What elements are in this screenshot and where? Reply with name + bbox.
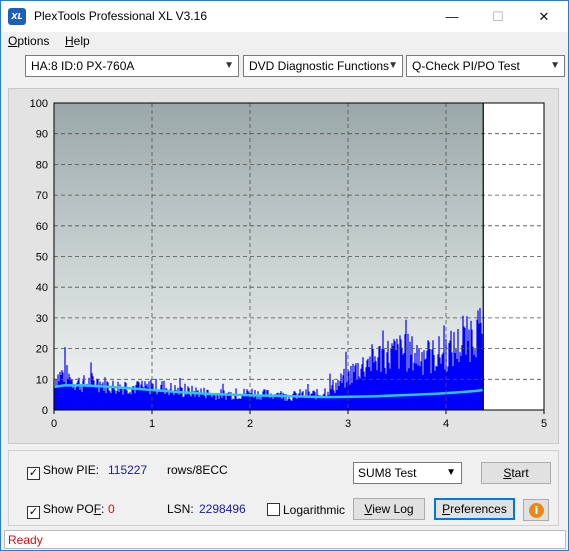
- show-pof-label-pre: Show PO: [43, 502, 94, 516]
- drive-select[interactable]: HA:8 ID:0 PX-760A ▼: [25, 55, 239, 77]
- lsn-value: 2298496: [199, 502, 246, 516]
- chevron-down-icon: ▼: [446, 467, 456, 478]
- logarithmic-label: Logarithmic: [283, 503, 346, 517]
- show-pie-label: Show PIE:: [43, 463, 100, 477]
- menu-help-label: elp: [73, 34, 90, 48]
- sum-test-value: SUM8 Test: [358, 466, 417, 480]
- view-log-label-post: iew Log: [372, 502, 414, 516]
- y-tick-label: 10: [36, 374, 48, 386]
- pof-value: 0: [108, 502, 115, 516]
- pi-po-chart: 0 1 2 3 4 50102030405060708090100: [30, 98, 547, 430]
- x-tick-label: 0: [51, 418, 57, 430]
- y-tick-label: 70: [36, 190, 48, 202]
- y-tick-label: 30: [36, 313, 48, 325]
- menu-help-accel: H: [65, 34, 74, 48]
- test-select[interactable]: Q-Check PI/PO Test ▼: [406, 55, 565, 77]
- show-pof-label-accel: F: [93, 502, 102, 516]
- view-log-button[interactable]: View Log: [353, 498, 425, 520]
- menu-options-accel: O: [8, 34, 18, 48]
- chevron-down-icon: ▼: [388, 60, 398, 71]
- close-button[interactable]: ✕: [521, 1, 567, 32]
- show-pof-label-post: :: [101, 502, 105, 516]
- start-button[interactable]: Start: [481, 462, 551, 484]
- logarithmic-checkbox[interactable]: Logarithmic: [267, 503, 345, 517]
- preferences-label-post: references: [450, 502, 507, 516]
- x-tick-label: 4: [443, 418, 449, 430]
- x-tick-label: 2: [247, 418, 253, 430]
- y-tick-label: 50: [36, 252, 48, 264]
- y-tick-label: 0: [42, 405, 48, 417]
- menu-options-label: ptions: [17, 34, 50, 48]
- menu-options[interactable]: Options: [8, 34, 49, 48]
- lsn-label: LSN:: [167, 502, 194, 516]
- preferences-button[interactable]: Preferences: [434, 498, 515, 520]
- chevron-down-icon: ▼: [224, 60, 234, 71]
- pie-units: rows/8ECC: [167, 463, 228, 477]
- x-tick-label: 1: [149, 418, 155, 430]
- function-select-value: DVD Diagnostic Functions: [249, 59, 390, 73]
- show-pie-check-mark: ✓: [27, 467, 40, 480]
- y-tick-label: 20: [36, 344, 48, 356]
- function-select[interactable]: DVD Diagnostic Functions ▼: [243, 55, 403, 77]
- title-bar: XL PlexTools Professional XL V3.16 — ☐ ✕: [1, 1, 568, 32]
- start-label-post: tart: [511, 466, 529, 480]
- window-title: PlexTools Professional XL V3.16: [34, 9, 207, 23]
- show-pof-check-mark: ✓: [27, 506, 40, 519]
- y-tick-label: 100: [30, 98, 48, 110]
- menu-bar: Options Help: [1, 32, 568, 52]
- preferences-label-accel: P: [442, 502, 451, 516]
- x-tick-label: 3: [345, 418, 351, 430]
- show-pie-checkbox[interactable]: ✓ Show PIE:: [27, 463, 99, 480]
- minimize-button[interactable]: —: [429, 1, 475, 32]
- y-tick-label: 80: [36, 159, 48, 171]
- status-text: Ready: [8, 533, 43, 547]
- y-tick-label: 60: [36, 221, 48, 233]
- maximize-button[interactable]: ☐: [475, 1, 521, 32]
- show-pof-checkbox[interactable]: ✓ Show POF:: [27, 502, 104, 519]
- chart-panel: 0 1 2 3 4 5 0 10 20 30 40 50 60 70 80 90 100: [8, 88, 559, 444]
- status-bar: Ready: [4, 530, 566, 549]
- app-window: XL PlexTools Professional XL V3.16 — ☐ ✕…: [0, 0, 569, 551]
- y-tick-label: 90: [36, 129, 48, 141]
- test-select-value: Q-Check PI/PO Test: [412, 59, 520, 73]
- y-tick-label: 40: [36, 282, 48, 294]
- info-icon: i: [529, 503, 544, 518]
- sum-test-select[interactable]: SUM8 Test ▼: [353, 462, 462, 484]
- drive-select-value: HA:8 ID:0 PX-760A: [31, 59, 135, 73]
- logarithmic-check-box: [267, 503, 280, 516]
- app-logo-icon: XL: [8, 8, 26, 25]
- x-tick-label: 5: [541, 418, 547, 430]
- pie-value: 115227: [108, 463, 148, 477]
- info-button[interactable]: i: [523, 499, 549, 521]
- menu-help[interactable]: Help: [65, 34, 90, 48]
- chevron-down-icon: ▼: [550, 60, 560, 71]
